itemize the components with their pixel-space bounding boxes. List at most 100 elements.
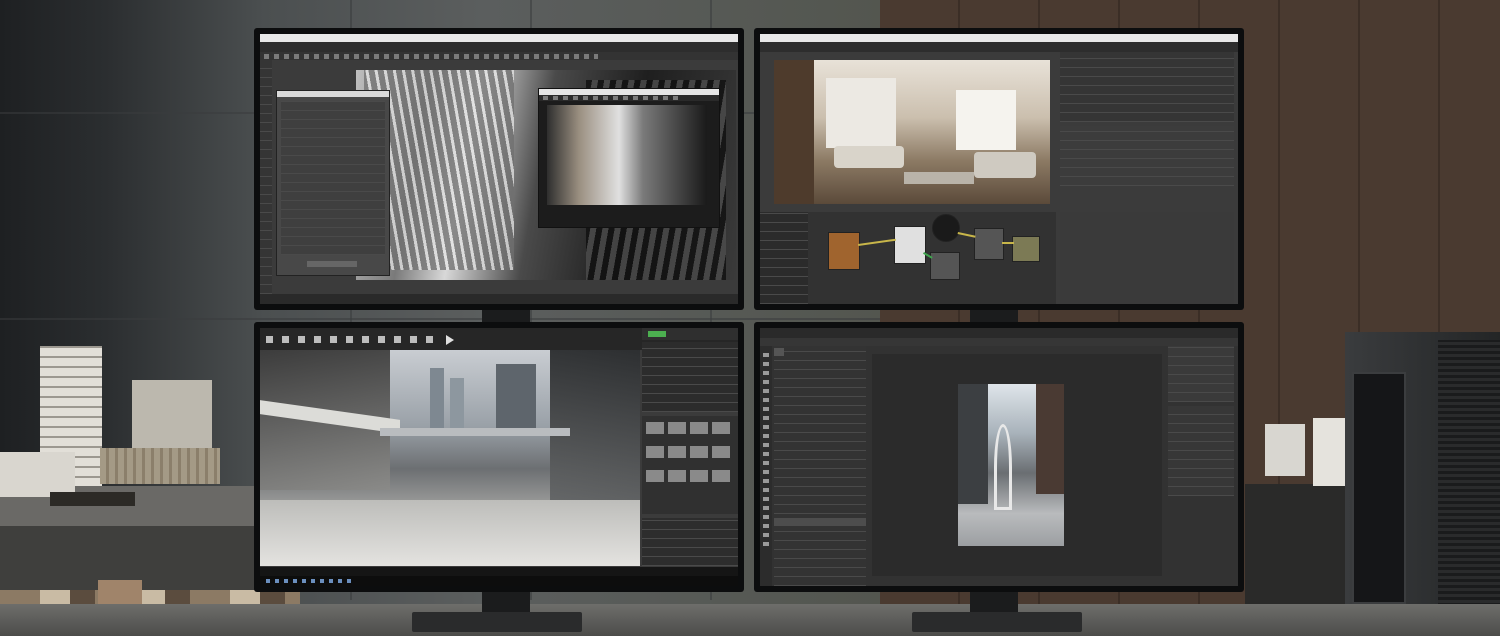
- desk-object: [1313, 418, 1345, 486]
- outliner-panel[interactable]: [642, 342, 738, 412]
- settings-rows[interactable]: [281, 101, 385, 255]
- properties-panel[interactable]: [1060, 126, 1234, 186]
- wall-seam: [0, 318, 880, 320]
- monitor-top-right: [754, 28, 1244, 310]
- architectural-model: [100, 448, 220, 484]
- details-panel[interactable]: [642, 518, 738, 566]
- toolbox-icon[interactable]: [763, 350, 769, 546]
- content-browser-icon[interactable]: [646, 422, 664, 434]
- layers-panel[interactable]: [774, 346, 866, 586]
- engine-viewport[interactable]: [260, 350, 640, 566]
- node-editor[interactable]: [760, 212, 1056, 304]
- options-bar[interactable]: [760, 338, 1238, 346]
- render-button[interactable]: [307, 261, 357, 267]
- asset-thumbnail[interactable]: [690, 422, 708, 434]
- content-browser[interactable]: [642, 416, 738, 514]
- render-frame-window[interactable]: [538, 88, 720, 228]
- interior-render-viewport[interactable]: [774, 60, 1050, 204]
- artwork-image: [958, 384, 1064, 546]
- output-node[interactable]: [1012, 236, 1040, 262]
- layers-icon[interactable]: [774, 348, 784, 356]
- toolbox[interactable]: [760, 346, 772, 586]
- monitor-stand-neck: [482, 308, 530, 322]
- viewport-tower: [450, 378, 464, 428]
- asset-thumbnail[interactable]: [690, 470, 708, 482]
- pc-front-mesh: [1438, 340, 1500, 636]
- monitor-stand-base: [912, 612, 1082, 632]
- left-toolbar[interactable]: [260, 60, 272, 294]
- monitor-stand-neck: [970, 590, 1018, 614]
- render-sofa: [974, 152, 1036, 178]
- render-window: [956, 90, 1016, 150]
- screen-3d-modeling: [260, 34, 738, 304]
- menu-bar[interactable]: [260, 42, 738, 52]
- architectural-model: [0, 452, 75, 497]
- model-base: [50, 492, 135, 506]
- desk-object: [1265, 424, 1305, 476]
- menu-bar[interactable]: [760, 42, 1238, 52]
- render-frame-icon[interactable]: [543, 96, 679, 100]
- viewport-bridge: [380, 428, 570, 436]
- texture-node[interactable]: [828, 232, 860, 270]
- asset-thumbnail[interactable]: [646, 470, 664, 482]
- timeline-bar[interactable]: [260, 294, 738, 304]
- artwork-building: [958, 384, 988, 504]
- rendered-image: [547, 105, 707, 205]
- asset-thumbnail[interactable]: [668, 470, 686, 482]
- window-titlebar: [260, 34, 738, 42]
- artwork-sculpture: [994, 424, 1012, 510]
- node-connection: [957, 232, 976, 238]
- monitor-top-left: [254, 28, 744, 310]
- shader-node[interactable]: [930, 252, 960, 280]
- render-wood-panel: [774, 60, 814, 204]
- monitor-bottom-right: [754, 322, 1244, 592]
- artwork-building: [1036, 384, 1064, 494]
- asset-thumbnail[interactable]: [690, 446, 708, 458]
- monitor-stand-neck: [482, 590, 530, 614]
- properties-panel[interactable]: [1168, 346, 1234, 402]
- asset-thumbnail[interactable]: [668, 422, 686, 434]
- node-connection: [1002, 242, 1014, 244]
- toolbar[interactable]: [260, 52, 738, 60]
- screen-game-engine: [260, 328, 738, 586]
- os-taskbar[interactable]: [260, 576, 738, 586]
- render-marble-wall: [826, 78, 896, 148]
- asset-thumbnail[interactable]: [712, 470, 730, 482]
- asset-thumbnail[interactable]: [668, 446, 686, 458]
- adjustments-panel[interactable]: [1168, 406, 1234, 496]
- toolbar-icons[interactable]: [264, 54, 598, 59]
- monitor-stand-neck: [970, 308, 1018, 322]
- texture-node[interactable]: [894, 226, 926, 264]
- screen-image-editor: [760, 328, 1238, 586]
- render-table: [904, 172, 974, 184]
- node-list[interactable]: [760, 212, 808, 304]
- monitor-bottom-left: [254, 322, 744, 592]
- desk: [0, 604, 1500, 636]
- document-canvas[interactable]: [872, 354, 1162, 576]
- toolbar-icons[interactable]: [266, 336, 436, 343]
- window-titlebar: [760, 34, 1238, 42]
- node-properties[interactable]: [1060, 212, 1234, 304]
- panel-tabs[interactable]: [642, 328, 738, 340]
- pc-side-panel: [1352, 372, 1406, 604]
- selected-layer[interactable]: [774, 518, 866, 526]
- menu-bar[interactable]: [760, 328, 1238, 338]
- architectural-model: [132, 380, 212, 450]
- asset-thumbnail[interactable]: [712, 446, 730, 458]
- viewport-tower: [496, 364, 536, 434]
- render-sofa: [834, 146, 904, 168]
- viewport-tower: [430, 368, 444, 428]
- engine-status-bar[interactable]: [260, 567, 738, 576]
- frame-window-toolbar[interactable]: [539, 95, 719, 101]
- asset-thumbnail[interactable]: [646, 446, 664, 458]
- node-connection: [858, 238, 896, 246]
- taskbar-icons[interactable]: [266, 579, 356, 583]
- play-icon[interactable]: [446, 335, 454, 345]
- dialog-titlebar: [277, 91, 389, 97]
- shader-node[interactable]: [974, 228, 1004, 260]
- source-control-badge[interactable]: [648, 331, 666, 337]
- asset-thumbnail[interactable]: [712, 422, 730, 434]
- material-preview-sphere[interactable]: [932, 214, 960, 242]
- render-settings-dialog[interactable]: [276, 90, 390, 276]
- scene-tree-panel[interactable]: [1060, 52, 1234, 122]
